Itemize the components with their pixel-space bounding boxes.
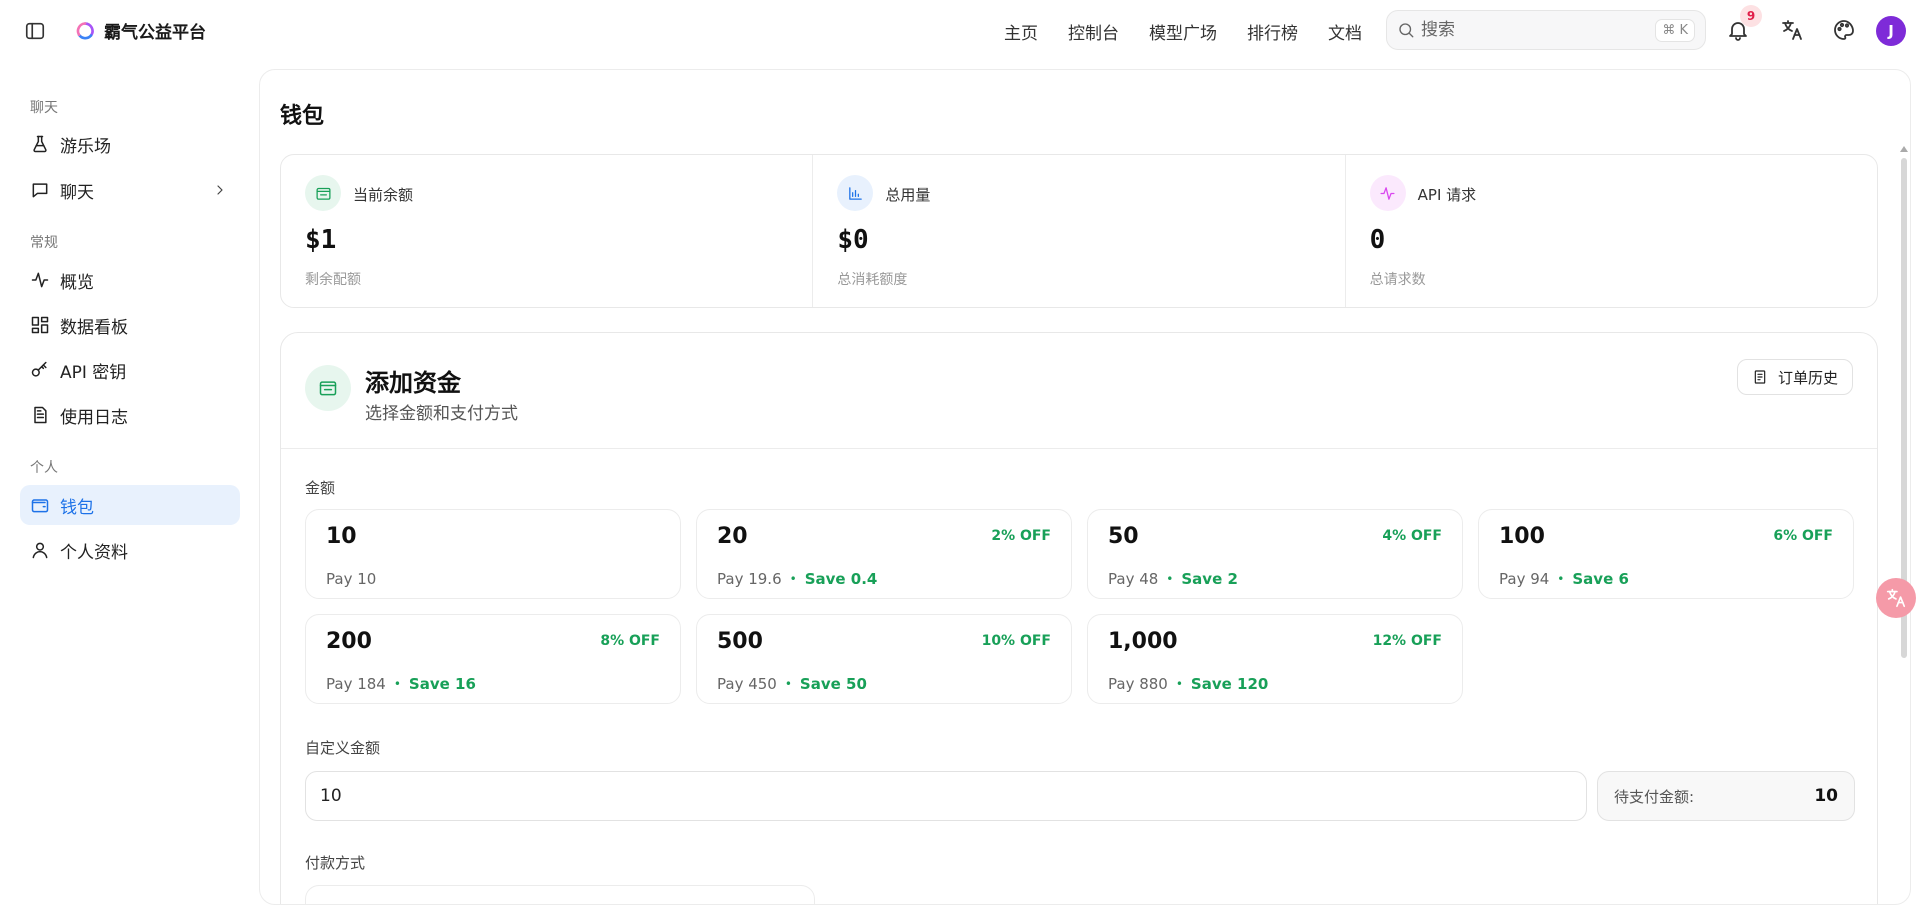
activity-icon [1369,175,1406,211]
payment-method-option[interactable] [305,885,815,904]
discount-badge: 6% OFF [1773,528,1833,544]
top-nav: 主页 控制台 模型广场 排行榜 文档 [1004,19,1362,44]
add-funds-title: 添加资金 [365,369,461,397]
dashboard-icon [31,316,49,334]
wallet-icon [31,499,49,513]
floating-translate-button[interactable] [1876,578,1916,618]
balance-value: $1 [305,225,337,255]
wallet-icon [305,175,341,211]
payment-method-label: 付款方式 [305,854,366,872]
stats-card: 当前余额 $1 剩余配额 总用量 $0 总消耗额度 API 请求 0 总请求数 [280,154,1878,308]
discount-badge: 2% OFF [991,528,1051,544]
brand[interactable]: 霸气公益平台 [76,18,206,43]
sidebar-item-overview[interactable]: 概览 [20,260,240,300]
custom-amount-input[interactable] [305,771,1587,821]
flask-icon [33,135,47,153]
activity-icon [31,272,49,288]
translate-icon[interactable] [1780,18,1804,42]
search-icon [1399,23,1414,38]
nav-home[interactable]: 主页 [1004,19,1038,44]
nav-console[interactable]: 控制台 [1068,19,1119,44]
palette-icon[interactable] [1832,18,1856,42]
sidebar-item-profile[interactable]: 个人资料 [20,530,240,570]
order-history-button[interactable]: 订单历史 [1736,359,1853,395]
discount-badge: 10% OFF [981,633,1051,649]
translate-icon [1886,588,1906,608]
chevron-right-icon [217,185,223,195]
add-funds-header: 添加资金 选择金额和支付方式 订单历史 [281,333,1877,449]
discount-badge: 12% OFF [1372,633,1442,649]
search-input[interactable] [1421,20,1641,40]
sidebar-item-usage-logs[interactable]: 使用日志 [20,395,240,435]
discount-badge: 4% OFF [1382,528,1442,544]
sidebar-section-chat: 聊天 [30,100,58,116]
custom-amount-label: 自定义金额 [305,739,381,757]
brand-name: 霸气公益平台 [104,23,206,43]
sidebar-section-general: 常规 [30,235,58,251]
nav-docs[interactable]: 文档 [1328,19,1362,44]
amount-option-200[interactable]: 200 8% OFF Pay 184 • Save 16 [305,614,681,704]
search-shortcut: ⌘ K [1655,18,1695,42]
amount-label: 金额 [305,479,336,497]
user-icon [32,542,48,559]
sidebar-item-wallet[interactable]: 钱包 [20,485,240,525]
sidebar-item-dashboard[interactable]: 数据看板 [20,305,240,345]
sidebar-item-playground[interactable]: 游乐场 [20,124,240,164]
amount-option-100[interactable]: 100 6% OFF Pay 94 • Save 6 [1478,509,1854,599]
top-bar: 霸气公益平台 主页 控制台 模型广场 排行榜 文档 ⌘ K 9 J [0,0,1920,62]
nav-leaderboard[interactable]: 排行榜 [1247,19,1298,44]
pending-amount-value: 10 [1814,786,1838,806]
amount-option-1000[interactable]: 1,000 12% OFF Pay 880 • Save 120 [1087,614,1463,704]
sidebar-toggle-icon[interactable] [24,20,46,42]
notification-badge: 9 [1740,5,1762,27]
amount-option-500[interactable]: 500 10% OFF Pay 450 • Save 50 [696,614,1072,704]
add-funds-card: 添加资金 选择金额和支付方式 订单历史 金额 10 Pay 10 20 2% O… [280,332,1878,904]
sidebar-item-api-keys[interactable]: API 密钥 [20,350,240,390]
key-icon [31,361,47,377]
amount-option-10[interactable]: 10 Pay 10 [305,509,681,599]
avatar[interactable]: J [1876,16,1906,46]
chat-icon [32,183,48,198]
add-funds-subtitle: 选择金额和支付方式 [365,404,518,424]
discount-badge: 8% OFF [600,633,660,649]
brand-logo-icon [76,21,94,39]
amount-option-50[interactable]: 50 4% OFF Pay 48 • Save 2 [1087,509,1463,599]
sidebar: 聊天 游乐场 聊天 常规 概览 数据看板 API 密钥 使用日志 个人 钱包 个… [0,62,260,910]
usage-value: $0 [837,225,869,255]
scroll-up-arrow[interactable] [1900,146,1908,152]
nav-model-plaza[interactable]: 模型广场 [1149,19,1217,44]
amount-option-20[interactable]: 20 2% OFF Pay 19.6 • Save 0.4 [696,509,1072,599]
receipt-icon [1754,370,1766,384]
requests-value: 0 [1369,225,1386,255]
search-box[interactable]: ⌘ K [1386,10,1706,50]
page-title: 钱包 [280,104,325,129]
stat-requests: API 请求 0 总请求数 [1346,155,1877,307]
pending-amount: 待支付金额: 10 [1597,771,1855,821]
sidebar-section-personal: 个人 [30,460,58,476]
main-panel: 钱包 当前余额 $1 剩余配额 总用量 $0 总消耗额度 API 请求 0 总请… [259,69,1911,905]
stat-balance: 当前余额 $1 剩余配额 [281,155,814,307]
sidebar-item-chat[interactable]: 聊天 [20,170,240,210]
wallet-icon [305,365,351,411]
bar-chart-icon [837,175,874,211]
stat-usage: 总用量 $0 总消耗额度 [813,155,1346,307]
document-icon [34,406,47,424]
